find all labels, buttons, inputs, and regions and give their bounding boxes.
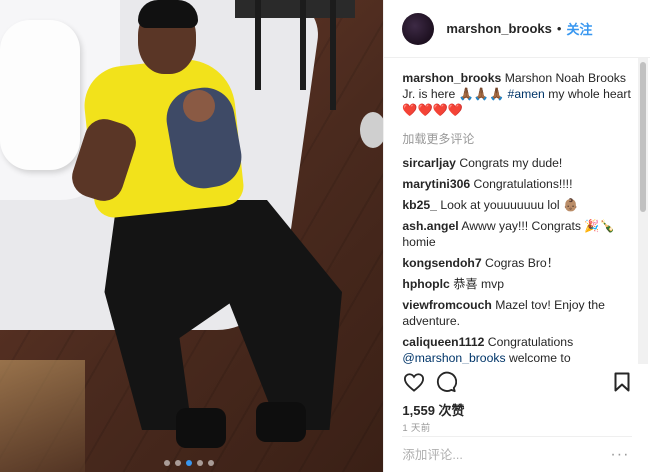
- header-separator: •: [556, 21, 562, 36]
- comment-username[interactable]: kongsendoh7: [402, 256, 481, 270]
- scrollbar-thumb[interactable]: [640, 62, 646, 212]
- comment-item: sircarljay Congrats my dude!: [402, 155, 634, 171]
- comment-bubble-icon: [437, 371, 458, 393]
- divider: [402, 436, 633, 437]
- bookmark-icon: [614, 372, 630, 392]
- bar-stool-seat: [235, 0, 355, 18]
- more-options-button[interactable]: ···: [610, 446, 629, 464]
- add-comment-input[interactable]: [402, 446, 599, 464]
- action-bar: [398, 368, 638, 396]
- pillow: [0, 20, 80, 170]
- comment-text: Congratulations!!!!: [473, 177, 573, 191]
- load-more-comments[interactable]: 加载更多评论: [402, 130, 634, 147]
- comment-text: 恭喜 mvp: [453, 277, 504, 291]
- floor-fan: [360, 112, 384, 148]
- glass-table: [0, 360, 85, 472]
- comment-item: kongsendoh7 Cogras Bro！: [402, 255, 634, 271]
- caption-username[interactable]: marshon_brooks: [402, 71, 501, 85]
- like-button[interactable]: [398, 368, 430, 396]
- comment-item: viewfromcouch Mazel tov! Enjoy the adven…: [402, 297, 634, 329]
- carousel-dot[interactable]: [175, 460, 181, 466]
- heart-icon: [404, 373, 425, 392]
- black-cap: [138, 0, 198, 28]
- comment-item: marytini306 Congratulations!!!!: [402, 176, 634, 192]
- comment-text: Look at youuuuuuu lol 👶🏽: [440, 198, 579, 212]
- avatar[interactable]: [402, 12, 435, 45]
- comment-item: kb25_ Look at youuuuuuu lol 👶🏽: [402, 197, 634, 213]
- carousel-dot[interactable]: [197, 460, 203, 466]
- comment-item: caliqueen1112 Congratulations @marshon_b…: [402, 334, 634, 364]
- comment-username[interactable]: ash.angel: [402, 219, 458, 233]
- baby-face: [183, 90, 215, 122]
- comment-username[interactable]: viewfromcouch: [402, 298, 491, 312]
- comment-item: ash.angel Awww yay!!! Congrats 🎉🍾 homie: [402, 218, 634, 250]
- comment-text: Congratulations: [487, 335, 574, 349]
- comment-username[interactable]: caliqueen1112: [402, 335, 484, 349]
- bar-stool-leg: [330, 0, 336, 110]
- bar-stool-leg: [255, 0, 261, 90]
- save-button[interactable]: [606, 368, 638, 396]
- carousel-indicator: [164, 460, 214, 466]
- carousel-dot[interactable]: [186, 460, 192, 466]
- header-username[interactable]: marshon_brooks: [446, 21, 551, 36]
- post-timestamp[interactable]: 1 天前: [402, 420, 430, 434]
- comment-text: Cogras Bro！: [485, 256, 559, 270]
- sneaker: [176, 408, 226, 448]
- follow-button[interactable]: 关注: [566, 19, 592, 38]
- sneaker: [256, 402, 306, 442]
- comment-text: Congrats my dude!: [459, 156, 563, 170]
- comments-list[interactable]: marshon_brooks Marshon Noah Brooks Jr. i…: [384, 58, 634, 364]
- post-side-panel: marshon_brooks • 关注 marshon_brooks Marsh…: [383, 0, 650, 472]
- comment-username[interactable]: marytini306: [402, 177, 470, 191]
- comment-item: hphoplc 恭喜 mvp: [402, 276, 634, 292]
- comment-button[interactable]: [430, 368, 462, 396]
- post-header: marshon_brooks • 关注: [384, 0, 650, 58]
- like-count[interactable]: 1,559 次赞: [402, 400, 464, 419]
- scrollbar[interactable]: [638, 58, 648, 364]
- bar-stool-leg: [300, 0, 306, 90]
- carousel-dot[interactable]: [164, 460, 170, 466]
- instagram-post: marshon_brooks • 关注 marshon_brooks Marsh…: [0, 0, 650, 472]
- comment-username[interactable]: kb25_: [402, 198, 437, 212]
- comment-username[interactable]: sircarljay: [402, 156, 456, 170]
- hashtag-link[interactable]: #amen: [508, 87, 545, 101]
- caption: marshon_brooks Marshon Noah Brooks Jr. i…: [402, 70, 634, 118]
- post-photo[interactable]: [0, 0, 384, 472]
- carousel-dot[interactable]: [208, 460, 214, 466]
- mention-link[interactable]: @marshon_brooks: [402, 351, 505, 364]
- comment-username[interactable]: hphoplc: [402, 277, 449, 291]
